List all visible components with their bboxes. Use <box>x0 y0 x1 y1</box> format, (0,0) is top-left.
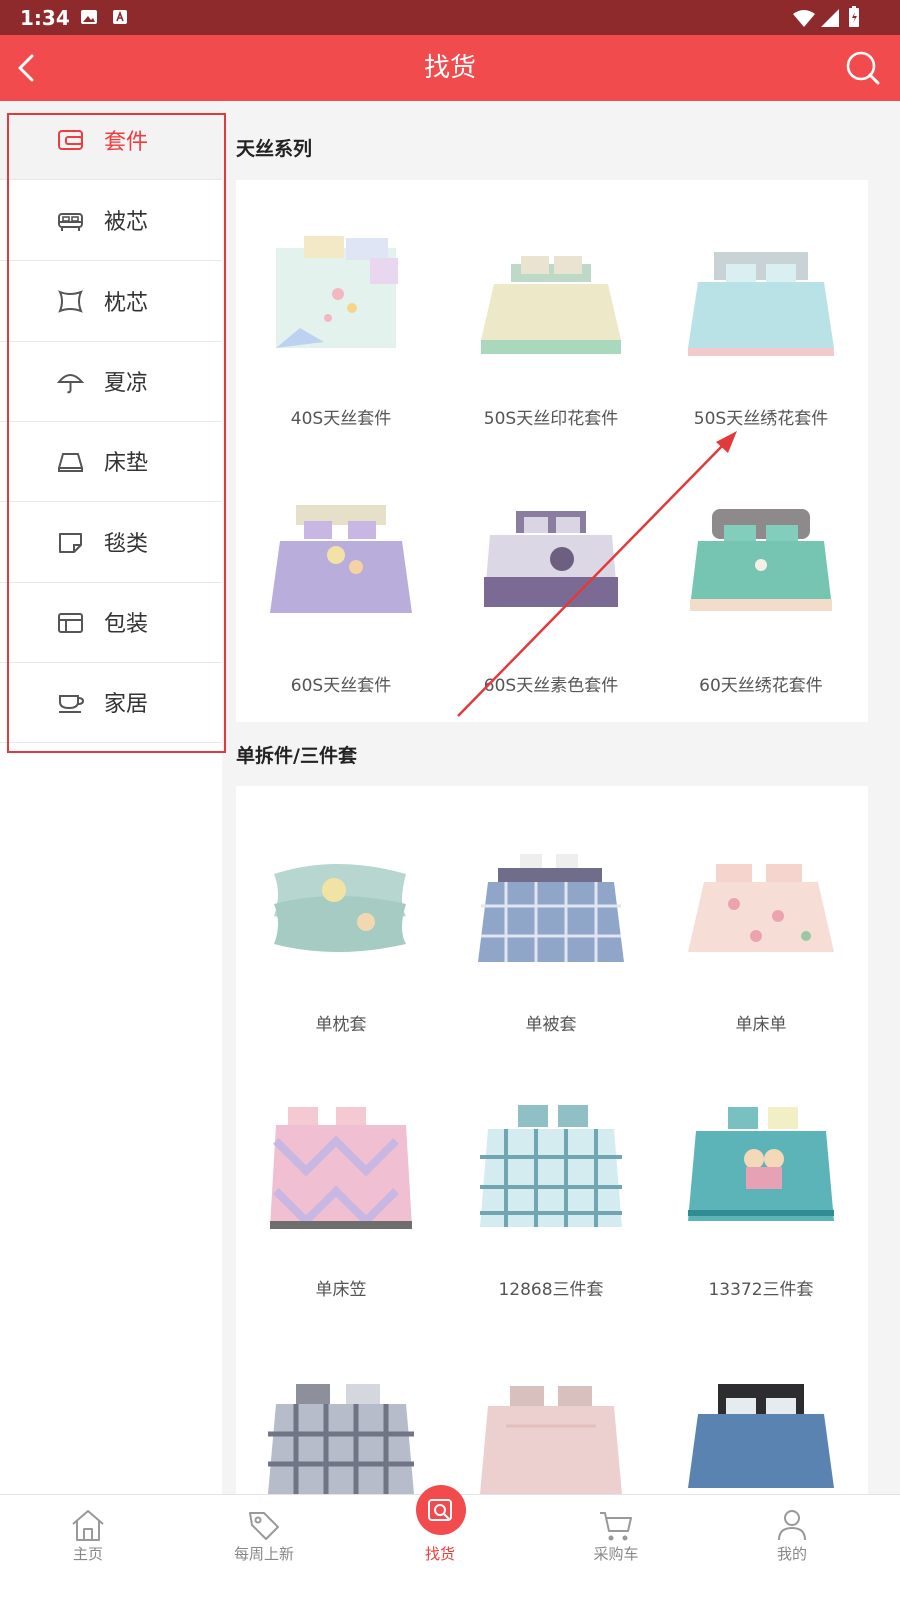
product-label: 单床笠 <box>315 1280 367 1300</box>
product-image <box>276 236 398 348</box>
image-notification-icon <box>81 10 97 24</box>
product-item[interactable]: 40S天丝套件 <box>236 180 446 445</box>
wifi-icon <box>793 10 815 27</box>
nav-weekly-new[interactable]: 每周上新 <box>176 1495 352 1600</box>
product-image <box>688 864 834 952</box>
product-item[interactable]: 单床笠 <box>236 1051 446 1328</box>
nav-mine[interactable]: 我的 <box>704 1495 880 1600</box>
sidebar-annotation-box <box>7 113 226 753</box>
product-item[interactable] <box>236 1328 446 1494</box>
product-panel-single-items: 单枕套 单被套 单床单 单床笠 12868三件套 13372三件套 <box>236 786 868 1494</box>
product-item[interactable] <box>656 1328 866 1494</box>
product-image <box>481 256 621 354</box>
nav-cart[interactable]: 采购车 <box>528 1495 704 1600</box>
app-notification-icon <box>113 10 127 24</box>
product-label: 50S天丝印花套件 <box>483 409 619 429</box>
bottom-nav: 主页 每周上新 找货 采购车 我的 <box>0 1485 900 1600</box>
product-label: 12868三件套 <box>498 1280 604 1300</box>
cart-icon <box>600 1512 632 1541</box>
product-item[interactable]: 单枕套 <box>236 786 446 1051</box>
product-label: 60天丝绣花套件 <box>699 676 823 696</box>
nav-label: 采购车 <box>593 1545 639 1563</box>
product-image <box>690 509 832 611</box>
product-label: 50S天丝绣花套件 <box>693 409 829 429</box>
product-item[interactable]: 单被套 <box>446 786 656 1051</box>
product-item[interactable]: 单床单 <box>656 786 866 1051</box>
product-label: 60S天丝套件 <box>290 676 392 696</box>
product-image <box>268 1384 414 1494</box>
section-title: 单拆件/三件套 <box>236 745 357 767</box>
product-image <box>480 1386 622 1494</box>
product-item[interactable]: 13372三件套 <box>656 1051 866 1328</box>
signal-icon <box>821 9 839 27</box>
product-item[interactable]: 50S天丝绣花套件 <box>656 180 866 445</box>
find-goods-icon <box>428 1499 452 1521</box>
product-label: 单枕套 <box>315 1015 367 1035</box>
product-item[interactable]: 60S天丝素色套件 <box>446 445 656 722</box>
nav-home[interactable]: 主页 <box>0 1495 176 1600</box>
user-icon <box>778 1510 806 1541</box>
product-image <box>480 1105 622 1227</box>
product-label: 单被套 <box>525 1015 577 1035</box>
product-image <box>688 1384 834 1488</box>
product-image <box>274 864 406 952</box>
product-label: 单床单 <box>735 1015 787 1035</box>
nav-label: 我的 <box>776 1545 807 1563</box>
page-title: 找货 <box>423 53 476 83</box>
product-label: 13372三件套 <box>708 1280 814 1300</box>
nav-label: 主页 <box>72 1545 103 1563</box>
top-bar: 找货 <box>0 35 900 101</box>
product-item[interactable]: 60S天丝套件 <box>236 445 446 722</box>
nav-label: 每周上新 <box>233 1545 294 1563</box>
search-icon[interactable] <box>844 49 882 87</box>
product-item[interactable]: 60天丝绣花套件 <box>656 445 866 722</box>
product-image <box>688 252 834 356</box>
product-item[interactable]: 50S天丝印花套件 <box>446 180 656 445</box>
product-panel-tencel: 40S天丝套件 50S天丝印花套件 50S天丝绣花套件 60S天丝套件 60S天… <box>236 180 868 722</box>
battery-icon <box>849 6 859 27</box>
product-item[interactable] <box>446 1328 656 1494</box>
product-label: 60S天丝素色套件 <box>483 676 619 696</box>
product-image <box>478 854 624 962</box>
product-image <box>688 1107 834 1221</box>
product-label: 40S天丝套件 <box>290 409 392 429</box>
product-item[interactable]: 12868三件套 <box>446 1051 656 1328</box>
status-bar: 1:34 <box>0 0 900 35</box>
nav-find-goods[interactable]: 找货 <box>352 1485 528 1600</box>
nav-label: 找货 <box>424 1545 455 1563</box>
product-image <box>270 1107 412 1229</box>
tag-icon <box>249 1512 279 1540</box>
home-icon <box>72 1510 104 1541</box>
product-image <box>484 511 618 607</box>
section-title: 天丝系列 <box>236 138 313 160</box>
status-time: 1:34 <box>20 6 70 30</box>
product-image <box>270 505 412 613</box>
